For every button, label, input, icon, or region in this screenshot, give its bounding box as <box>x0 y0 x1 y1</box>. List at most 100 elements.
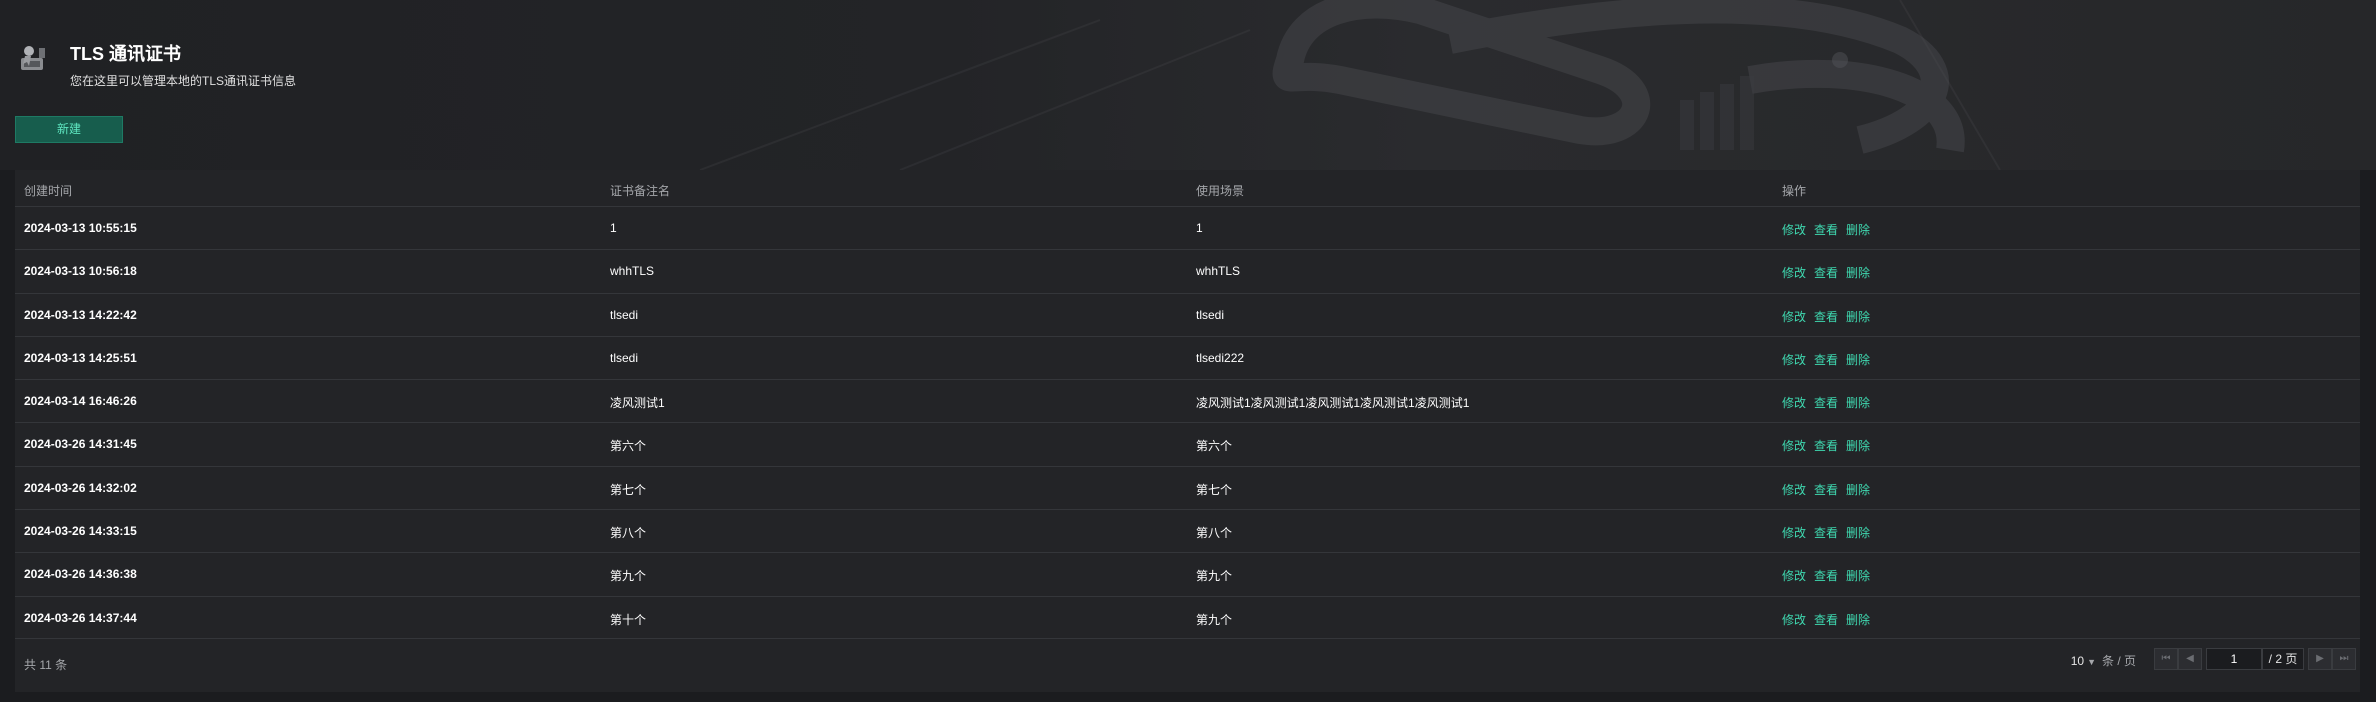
table-body: 2024-03-13 10:55:15 1 1 修改 查看 删除 2024-03-13 10… <box>15 206 2360 639</box>
view-link[interactable]: 查看 <box>1814 439 1838 453</box>
page-subtitle: 您在这里可以管理本地的TLS通讯证书信息 <box>70 74 297 88</box>
delete-link[interactable]: 删除 <box>1846 396 1870 410</box>
row-actions: 修改 查看 删除 <box>1782 524 1878 541</box>
cell-scene: 第七个 <box>1196 482 1233 497</box>
page-size-unit: 条 / 页 <box>2101 654 2136 668</box>
row-actions: 修改 查看 删除 <box>1782 437 1878 454</box>
table-row: 2024-03-26 14:36:38 第九个 第九个 修改 查看 删除 <box>15 552 2360 595</box>
cell-scene: 第九个 <box>1196 612 1233 627</box>
header-banner: TLS 通讯证书 您在这里可以管理本地的TLS通讯证书信息 新建 <box>0 0 2376 170</box>
row-actions: 修改 查看 删除 <box>1782 351 1878 368</box>
column-header-actions: 操作 <box>1782 184 1807 198</box>
delete-link[interactable]: 删除 <box>1846 439 1870 453</box>
edit-link[interactable]: 修改 <box>1782 223 1806 237</box>
total-pages: / 2 页 <box>2262 648 2304 670</box>
cell-name: whhTLS <box>610 264 655 279</box>
total-count: 共 11 条 <box>24 658 68 672</box>
table-row: 2024-03-13 14:25:51 tlsedi tlsedi222 修改 查看 删除 <box>15 335 2360 379</box>
cell-created: 2024-03-14 16:46:26 <box>24 394 137 409</box>
cell-name: tlsedi <box>610 307 639 322</box>
page-size-select[interactable]: 10 ▼ 条 / 页 <box>2071 652 2136 669</box>
view-link[interactable]: 查看 <box>1814 266 1838 280</box>
edit-link[interactable]: 修改 <box>1782 526 1806 540</box>
last-page-icon[interactable]: ⏭ <box>2332 648 2356 670</box>
column-header-scene: 使用场景 <box>1196 184 1245 198</box>
delete-link[interactable]: 删除 <box>1846 310 1870 324</box>
cell-scene: 第九个 <box>1196 569 1233 584</box>
view-link[interactable]: 查看 <box>1814 223 1838 237</box>
page-number-input[interactable] <box>2206 648 2262 670</box>
row-actions: 修改 查看 删除 <box>1782 611 1878 628</box>
edit-link[interactable]: 修改 <box>1782 483 1806 497</box>
cell-name: 第十个 <box>610 612 647 627</box>
view-link[interactable]: 查看 <box>1814 310 1838 324</box>
row-actions: 修改 查看 删除 <box>1782 481 1878 498</box>
cell-created: 2024-03-26 14:33:15 <box>24 524 137 539</box>
table-row: 2024-03-13 14:22:42 tlsedi tlsedi 修改 查看 删除 <box>15 292 2360 336</box>
view-link[interactable]: 查看 <box>1814 569 1838 583</box>
row-actions: 修改 查看 删除 <box>1782 567 1878 584</box>
certificate-table: 创建时间 证书备注名 使用场景 操作 2024-03-13 10:55:15 1 1… <box>15 170 2360 692</box>
cell-name: 第七个 <box>610 482 647 497</box>
edit-link[interactable]: 修改 <box>1782 310 1806 324</box>
delete-link[interactable]: 删除 <box>1846 526 1870 540</box>
table-row: 2024-03-26 14:37:44 第十个 第九个 修改 查看 删除 <box>15 595 2360 639</box>
edit-link[interactable]: 修改 <box>1782 353 1806 367</box>
cell-scene: 第六个 <box>1196 439 1233 454</box>
cell-created: 2024-03-13 10:56:18 <box>24 264 137 279</box>
edit-link[interactable]: 修改 <box>1782 439 1806 453</box>
table-row: 2024-03-26 14:32:02 第七个 第七个 修改 查看 删除 <box>15 465 2360 509</box>
delete-link[interactable]: 删除 <box>1846 353 1870 367</box>
delete-link[interactable]: 删除 <box>1846 266 1870 280</box>
delete-link[interactable]: 删除 <box>1846 483 1870 497</box>
cell-name: 第八个 <box>610 526 647 541</box>
cell-created: 2024-03-26 14:36:38 <box>24 567 137 582</box>
cell-scene: tlsedi222 <box>1196 350 1245 365</box>
delete-link[interactable]: 删除 <box>1846 223 1870 237</box>
new-button[interactable]: 新建 <box>15 116 123 143</box>
cell-created: 2024-03-13 14:25:51 <box>24 350 137 365</box>
cell-name: 凌风测试1 <box>610 396 665 411</box>
delete-link[interactable]: 删除 <box>1846 569 1870 583</box>
row-actions: 修改 查看 删除 <box>1782 221 1878 238</box>
table-row: 2024-03-26 14:31:45 第六个 第六个 修改 查看 删除 <box>15 422 2360 465</box>
edit-link[interactable]: 修改 <box>1782 569 1806 583</box>
cell-name: 1 <box>610 221 617 235</box>
table-row: 2024-03-13 10:56:18 whhTLS whhTLS 修改 查看 删除 <box>15 249 2360 292</box>
row-actions: 修改 查看 删除 <box>1782 264 1878 281</box>
cell-scene: 第八个 <box>1196 526 1233 541</box>
cell-scene: tlsedi <box>1196 307 1225 322</box>
cell-scene: 凌风测试1凌风测试1凌风测试1凌风测试1凌风测试1 <box>1196 396 1470 411</box>
page-title: TLS 通讯证书 <box>70 44 181 64</box>
first-page-icon[interactable]: ⏮ <box>2154 648 2178 670</box>
cell-created: 2024-03-26 14:31:45 <box>24 437 137 452</box>
cell-name: 第九个 <box>610 569 647 584</box>
certificate-icon <box>15 42 51 78</box>
delete-link[interactable]: 删除 <box>1846 613 1870 627</box>
edit-link[interactable]: 修改 <box>1782 266 1806 280</box>
chevron-down-icon: ▼ <box>2087 657 2096 667</box>
table-row: 2024-03-26 14:33:15 第八个 第八个 修改 查看 删除 <box>15 509 2360 552</box>
column-header-name: 证书备注名 <box>610 184 671 198</box>
edit-link[interactable]: 修改 <box>1782 613 1806 627</box>
prev-page-icon[interactable]: ◀ <box>2178 648 2202 670</box>
column-header-created: 创建时间 <box>24 184 73 198</box>
table-row: 2024-03-13 10:55:15 1 1 修改 查看 删除 <box>15 206 2360 249</box>
next-page-icon[interactable]: ▶ <box>2308 648 2332 670</box>
cell-created: 2024-03-26 14:32:02 <box>24 480 137 495</box>
view-link[interactable]: 查看 <box>1814 526 1838 540</box>
cell-scene: 1 <box>1196 221 1203 235</box>
cell-created: 2024-03-13 10:55:15 <box>24 221 137 235</box>
row-actions: 修改 查看 删除 <box>1782 394 1878 411</box>
view-link[interactable]: 查看 <box>1814 396 1838 410</box>
cell-name: tlsedi <box>610 350 639 365</box>
edit-link[interactable]: 修改 <box>1782 396 1806 410</box>
table-header: 创建时间 证书备注名 使用场景 操作 <box>15 170 2360 206</box>
cell-scene: whhTLS <box>1196 264 1241 279</box>
page-size-value: 10 <box>2070 654 2085 668</box>
banner-decoration <box>699 0 2001 170</box>
table-row: 2024-03-14 16:46:26 凌风测试1 凌风测试1凌风测试1凌风测试1凌… <box>15 379 2360 422</box>
view-link[interactable]: 查看 <box>1814 483 1838 497</box>
view-link[interactable]: 查看 <box>1814 353 1838 367</box>
view-link[interactable]: 查看 <box>1814 613 1838 627</box>
